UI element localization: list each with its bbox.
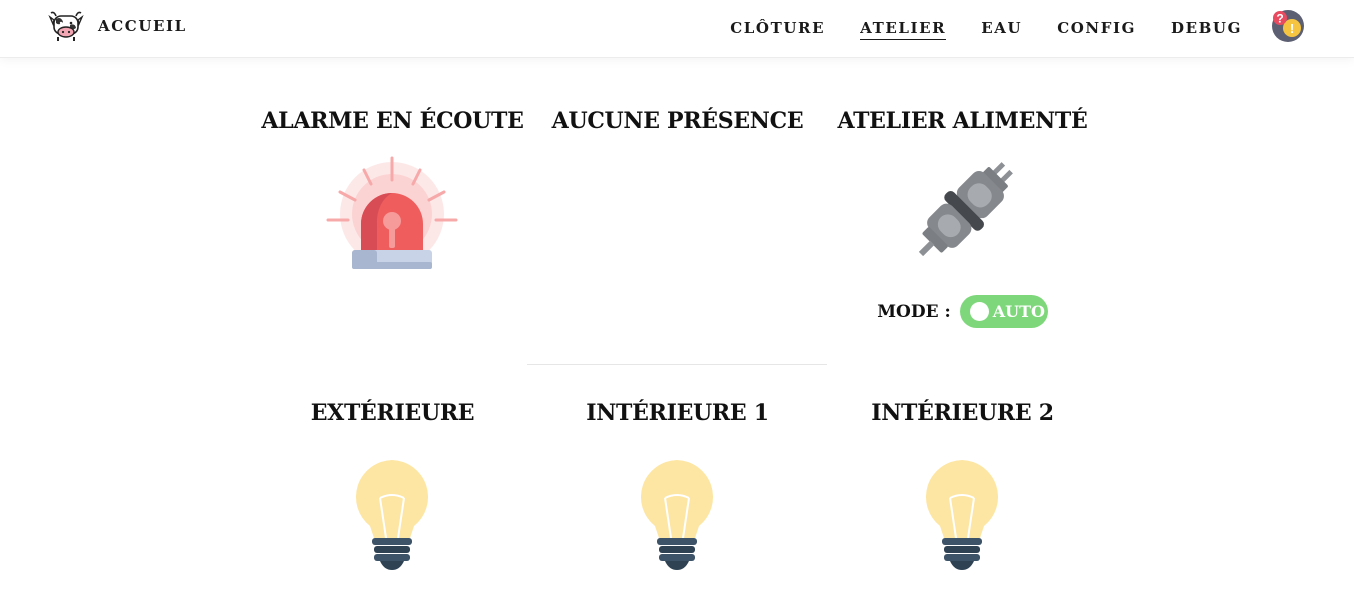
help-warning-icon: ! ? xyxy=(1272,10,1304,42)
power-status-title: ATELIER ALIMENTÉ xyxy=(837,108,1088,134)
mode-value: AUTO xyxy=(992,302,1045,321)
section-divider xyxy=(527,364,827,365)
mode-toggle[interactable]: AUTO xyxy=(959,295,1048,328)
light-bulb-icon[interactable] xyxy=(637,458,717,576)
home-label: ACCUEIL xyxy=(98,17,187,35)
nav-link-debug[interactable]: DEBUG xyxy=(1171,19,1242,40)
light-exterieure-title: EXTÉRIEURE xyxy=(310,400,475,426)
home-link[interactable]: ACCUEIL xyxy=(48,10,187,42)
light-interieure-2-title: INTÉRIEURE 2 xyxy=(871,400,1054,426)
mode-control: MODE : AUTO xyxy=(860,295,1065,328)
alarm-status-title: ALARME EN ÉCOUTE xyxy=(261,108,524,134)
avatar[interactable]: ! ? xyxy=(1271,9,1305,43)
svg-text:!: ! xyxy=(1290,21,1294,36)
nav-link-eau[interactable]: EAU xyxy=(981,19,1022,40)
nav-link-atelier[interactable]: ATELIER xyxy=(860,19,947,40)
nav-link-config[interactable]: CONFIG xyxy=(1057,19,1136,40)
siren-icon xyxy=(322,152,462,278)
top-navbar: ACCUEIL CLÔTURE ATELIER EAU CONFIG DEBUG… xyxy=(0,0,1354,58)
nav-menu: CLÔTURE ATELIER EAU CONFIG DEBUG xyxy=(730,19,1242,40)
toggle-knob xyxy=(969,302,989,321)
light-interieure-1-title: INTÉRIEURE 1 xyxy=(586,400,769,426)
nav-link-cloture[interactable]: CLÔTURE xyxy=(730,19,825,40)
mode-label: MODE : xyxy=(877,301,951,322)
cow-icon xyxy=(48,10,84,42)
light-bulb-icon[interactable] xyxy=(352,458,432,576)
plug-icon xyxy=(904,157,1020,273)
presence-status-title: AUCUNE PRÉSENCE xyxy=(551,108,804,134)
svg-text:?: ? xyxy=(1276,12,1283,26)
light-bulb-icon[interactable] xyxy=(922,458,1002,576)
